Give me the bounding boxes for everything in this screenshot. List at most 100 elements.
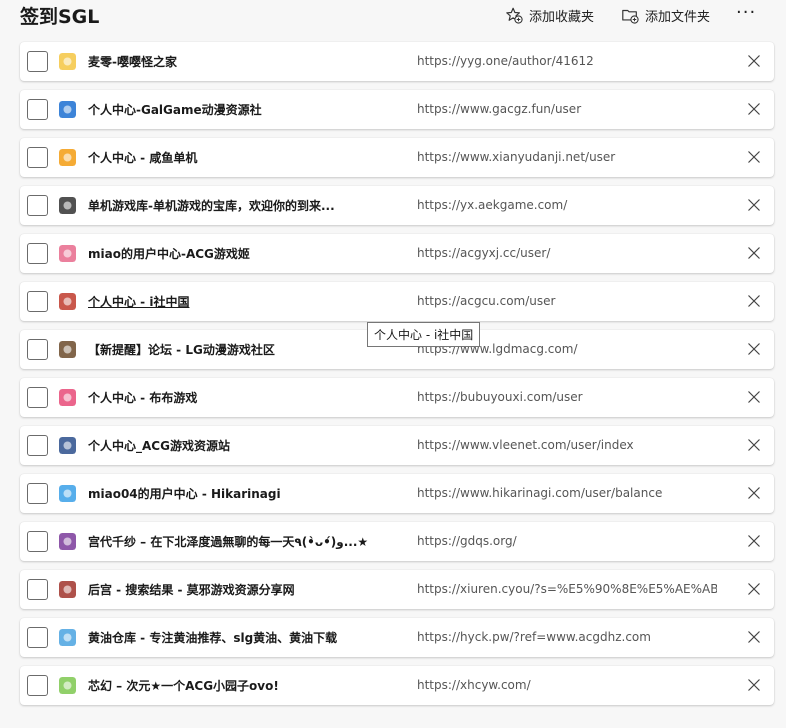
item-checkbox[interactable] xyxy=(27,435,48,456)
remove-item-button[interactable] xyxy=(747,102,761,116)
remove-item-button[interactable] xyxy=(747,342,761,356)
hikarinagi-logo-icon xyxy=(59,485,76,502)
list-item[interactable]: 个人中心-GalGame动漫资源社 https://www.gacgz.fun/u… xyxy=(20,90,774,129)
close-icon xyxy=(748,199,760,211)
item-checkbox[interactable] xyxy=(27,291,48,312)
lg-logo-icon xyxy=(59,341,76,358)
remove-item-button[interactable] xyxy=(747,534,761,548)
item-checkbox[interactable] xyxy=(27,147,48,168)
item-title[interactable]: 宫代千纱 – 在下北泽度過無聊的每一天٩(•̀ᴗ•́)و...★ xyxy=(88,533,388,550)
list-item[interactable]: 麦零-嘤嘤怪之家 https://yyg.one/author/41612 xyxy=(20,42,774,81)
smiley-face-icon xyxy=(59,53,76,70)
gacg-logo-icon xyxy=(59,101,76,118)
item-title[interactable]: miao的用户中心-ACG游戏姬 xyxy=(88,245,388,262)
item-checkbox[interactable] xyxy=(27,579,48,600)
item-title[interactable]: 个人中心 - 咸鱼单机 xyxy=(88,149,388,166)
xinhuan-logo-icon xyxy=(59,677,76,694)
item-url: https://bubuyouxi.com/user xyxy=(417,390,583,404)
close-icon xyxy=(748,55,760,67)
gdqs-logo-icon xyxy=(59,533,76,550)
remove-item-button[interactable] xyxy=(747,630,761,644)
item-url: https://www.xianyudanji.net/user xyxy=(417,150,616,164)
item-title[interactable]: 个人中心_ACG游戏资源站 xyxy=(88,437,388,454)
item-title[interactable]: 黄油仓库 - 专注黄油推荐、slg黄油、黄油下载 xyxy=(88,629,388,646)
remove-item-button[interactable] xyxy=(747,678,761,692)
item-url: https://www.hikarinagi.com/user/balance xyxy=(417,486,663,500)
list-item[interactable]: miao04的用户中心 - Hikarinagi https://www.hika… xyxy=(20,474,774,513)
item-url: https://yx.aekgame.com/ xyxy=(417,198,568,212)
close-icon xyxy=(748,103,760,115)
item-title[interactable]: miao04的用户中心 - Hikarinagi xyxy=(88,485,388,502)
close-icon xyxy=(748,295,760,307)
add-folder-button[interactable]: 添加文件夹 xyxy=(621,4,710,26)
moye-logo-icon xyxy=(59,581,76,598)
star-add-icon xyxy=(506,7,523,24)
heart-butterfly-icon xyxy=(59,629,76,646)
item-url: https://acgcu.com/user xyxy=(417,294,556,308)
character-icon xyxy=(59,197,76,214)
page-title: 签到SGL xyxy=(20,6,100,28)
close-icon xyxy=(748,631,760,643)
folder-add-icon xyxy=(622,9,639,24)
item-title[interactable]: 【新提醒】论坛 - LG动漫游戏社区 xyxy=(88,341,388,358)
remove-item-button[interactable] xyxy=(747,294,761,308)
item-checkbox[interactable] xyxy=(27,195,48,216)
list-item[interactable]: 宫代千纱 – 在下北泽度過無聊的每一天٩(•̀ᴗ•́)و...★ https://… xyxy=(20,522,774,561)
close-icon xyxy=(748,247,760,259)
tooltip: 个人中心 - i社中国 xyxy=(367,322,481,347)
list-item[interactable]: 个人中心 - i社中国 https://acgcu.com/user xyxy=(20,282,774,321)
item-title[interactable]: 个人中心 - i社中国 xyxy=(88,293,388,310)
item-checkbox[interactable] xyxy=(27,51,48,72)
item-checkbox[interactable] xyxy=(27,531,48,552)
xianyu-logo-icon xyxy=(59,149,76,166)
close-icon xyxy=(748,679,760,691)
item-url: https://gdqs.org/ xyxy=(417,534,517,548)
close-icon xyxy=(748,439,760,451)
list-item[interactable]: 个人中心 - 咸鱼单机 https://www.xianyudanji.net/u… xyxy=(20,138,774,177)
remove-item-button[interactable] xyxy=(747,582,761,596)
item-checkbox[interactable] xyxy=(27,99,48,120)
item-checkbox[interactable] xyxy=(27,627,48,648)
add-favorite-button[interactable]: 添加收藏夹 xyxy=(505,4,594,26)
item-url: https://hyck.pw/?ref=www.acgdhz.com xyxy=(417,630,651,644)
remove-item-button[interactable] xyxy=(747,198,761,212)
close-icon xyxy=(748,487,760,499)
item-title[interactable]: 麦零-嘤嘤怪之家 xyxy=(88,53,388,70)
header-bar: 签到SGL 添加收藏夹 添加文件夹 ··· xyxy=(0,0,786,30)
remove-item-button[interactable] xyxy=(747,438,761,452)
bubu-logo-icon xyxy=(59,389,76,406)
remove-item-button[interactable] xyxy=(747,486,761,500)
remove-item-button[interactable] xyxy=(747,54,761,68)
item-checkbox[interactable] xyxy=(27,387,48,408)
item-title[interactable]: 芯幻 – 次元★一个ACG小园子ovo! xyxy=(88,677,388,694)
more-options-button[interactable]: ··· xyxy=(736,2,756,23)
list-item[interactable]: 黄油仓库 - 专注黄油推荐、slg黄油、黄油下载 https://hyck.pw/… xyxy=(20,618,774,657)
item-checkbox[interactable] xyxy=(27,339,48,360)
list-item[interactable]: 单机游戏库-单机游戏的宝库，欢迎你的到来... https://yx.aekgam… xyxy=(20,186,774,225)
add-folder-label: 添加文件夹 xyxy=(645,9,711,25)
close-icon xyxy=(748,343,760,355)
remove-item-button[interactable] xyxy=(747,390,761,404)
item-title[interactable]: 个人中心 - 布布游戏 xyxy=(88,389,388,406)
close-icon xyxy=(748,583,760,595)
item-url: https://www.vleenet.com/user/index xyxy=(417,438,634,452)
item-title[interactable]: 个人中心-GalGame动漫资源社 xyxy=(88,101,388,118)
item-title[interactable]: 后宫 - 搜索结果 - 莫邪游戏资源分享网 xyxy=(88,581,388,598)
item-url: https://xhcyw.com/ xyxy=(417,678,531,692)
isha-logo-icon xyxy=(59,293,76,310)
list-item[interactable]: 个人中心 - 布布游戏 https://bubuyouxi.com/user xyxy=(20,378,774,417)
item-checkbox[interactable] xyxy=(27,675,48,696)
item-checkbox[interactable] xyxy=(27,483,48,504)
anime-girl-icon xyxy=(59,245,76,262)
add-favorite-label: 添加收藏夹 xyxy=(529,9,595,25)
item-checkbox[interactable] xyxy=(27,243,48,264)
remove-item-button[interactable] xyxy=(747,246,761,260)
list-item[interactable]: 个人中心_ACG游戏资源站 https://www.vleenet.com/use… xyxy=(20,426,774,465)
list-item[interactable]: 芯幻 – 次元★一个ACG小园子ovo! https://xhcyw.com/ xyxy=(20,666,774,705)
item-url: https://www.gacgz.fun/user xyxy=(417,102,582,116)
remove-item-button[interactable] xyxy=(747,150,761,164)
item-title[interactable]: 单机游戏库-单机游戏的宝库，欢迎你的到来... xyxy=(88,197,388,214)
close-icon xyxy=(748,535,760,547)
list-item[interactable]: miao的用户中心-ACG游戏姬 https://acgyxj.cc/user/ xyxy=(20,234,774,273)
list-item[interactable]: 后宫 - 搜索结果 - 莫邪游戏资源分享网 https://xiuren.cyou… xyxy=(20,570,774,609)
